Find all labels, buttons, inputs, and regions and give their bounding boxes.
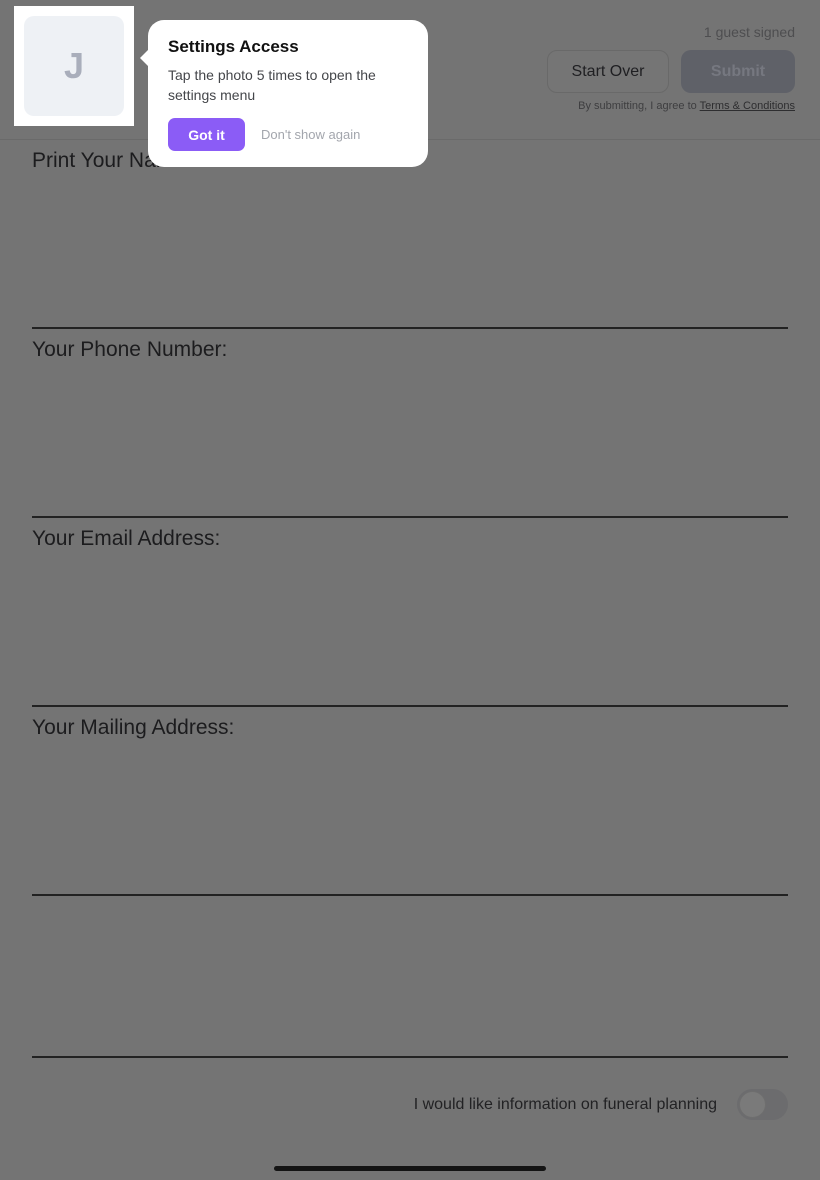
funeral-info-toggle[interactable] bbox=[737, 1089, 788, 1120]
dont-show-again-button[interactable]: Don't show again bbox=[261, 127, 360, 142]
submit-button[interactable]: Submit bbox=[681, 50, 795, 93]
guest-count: 1 guest signed bbox=[703, 24, 795, 40]
home-indicator bbox=[274, 1166, 546, 1171]
toggle-knob bbox=[739, 1091, 766, 1118]
got-it-button[interactable]: Got it bbox=[168, 118, 245, 151]
start-over-button[interactable]: Start Over bbox=[547, 50, 669, 93]
avatar-highlight: J bbox=[14, 6, 134, 126]
mailing-signature-line-1[interactable] bbox=[32, 894, 788, 896]
terms-agreement-text: By submitting, I agree to bbox=[578, 100, 700, 112]
funeral-info-label: I would like information on funeral plan… bbox=[413, 1096, 717, 1113]
phone-signature-line[interactable] bbox=[32, 516, 788, 518]
email-field-label: Your Email Address: bbox=[32, 527, 221, 550]
terms-link[interactable]: Terms & Conditions bbox=[700, 100, 795, 112]
email-signature-line[interactable] bbox=[32, 705, 788, 707]
phone-field-label: Your Phone Number: bbox=[32, 338, 228, 361]
avatar-initial: J bbox=[63, 45, 85, 86]
mailing-signature-line-2[interactable] bbox=[32, 1056, 788, 1058]
terms-agreement: By submitting, I agree to Terms & Condit… bbox=[578, 100, 795, 112]
tooltip-title: Settings Access bbox=[168, 37, 299, 56]
name-signature-line[interactable] bbox=[32, 327, 788, 329]
avatar[interactable]: J bbox=[24, 16, 124, 116]
mailing-field-label: Your Mailing Address: bbox=[32, 716, 235, 739]
tooltip-actions: Got it Don't show again bbox=[168, 118, 360, 151]
caret-left-icon bbox=[140, 50, 148, 66]
tooltip-body: Tap the photo 5 times to open the settin… bbox=[168, 67, 376, 103]
settings-tooltip: Settings Access Tap the photo 5 times to… bbox=[140, 20, 428, 167]
